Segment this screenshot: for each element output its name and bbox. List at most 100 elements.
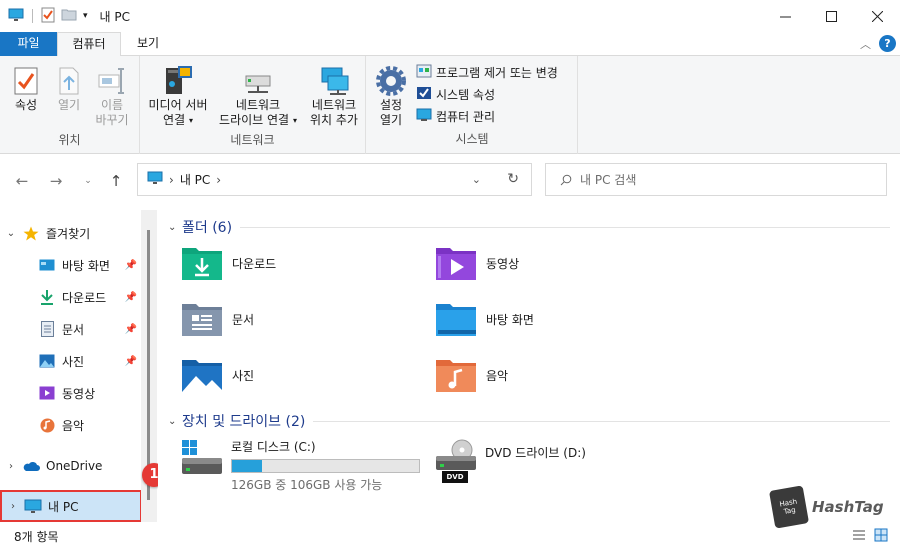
window-controls <box>762 0 900 32</box>
pin-icon[interactable]: 📌 <box>125 292 137 303</box>
breadcrumb-this-pc[interactable]: 내 PC <box>180 171 210 188</box>
nav-videos[interactable]: 동영상 <box>0 379 140 407</box>
expand-arrow-icon[interactable]: ⌄ <box>0 228 22 239</box>
minimize-button[interactable] <box>762 0 808 32</box>
folder-item-downloads[interactable]: 다운로드 <box>180 244 276 282</box>
tab-computer[interactable]: 컴퓨터 <box>57 32 121 57</box>
documents-folder-icon <box>180 300 224 338</box>
dvd-logo-text: DVD <box>446 473 464 481</box>
uninstall-program-button[interactable]: 프로그램 제거 또는 변경 <box>416 62 558 82</box>
pin-icon[interactable]: 📌 <box>125 356 137 367</box>
nav-downloads[interactable]: 다운로드 📌 <box>0 283 140 311</box>
details-view-icon[interactable] <box>852 528 866 545</box>
group-location-label: 위치 <box>58 133 81 147</box>
media-server-label-line2: 연결 ▾ <box>163 113 193 127</box>
nav-downloads-label: 다운로드 <box>62 290 107 305</box>
computer-management-button[interactable]: 컴퓨터 관리 <box>416 106 495 126</box>
status-bar: 8개 항목 <box>0 524 900 548</box>
nav-desktop[interactable]: 바탕 화면 📌 <box>0 251 140 279</box>
nav-music[interactable]: 음악 <box>0 411 140 439</box>
open-button[interactable]: 열기 <box>52 62 86 113</box>
nav-this-pc-label: 내 PC <box>48 499 79 514</box>
forward-arrow-icon[interactable]: → <box>46 171 66 191</box>
pin-icon[interactable]: 📌 <box>125 324 137 335</box>
system-properties-button[interactable]: 시스템 속성 <box>416 84 495 104</box>
system-properties-icon <box>416 86 432 103</box>
local-disk-details: 로컬 디스크 (C:) 126GB 중 106GB 사용 가능 <box>231 438 420 493</box>
section-collapse-icon[interactable]: ⌄ <box>168 222 182 233</box>
help-icon[interactable]: ? <box>879 35 896 52</box>
drive-item-dvd[interactable]: DVD DVD 드라이브 (D:) <box>434 438 586 484</box>
folder-item-videos[interactable]: 동영상 <box>434 244 519 282</box>
open-icon <box>52 62 86 96</box>
this-pc-address-icon <box>147 171 163 188</box>
up-arrow-icon[interactable]: ↑ <box>106 171 126 191</box>
folder-item-documents[interactable]: 문서 <box>180 300 254 338</box>
network-drive-icon <box>214 62 302 96</box>
collapse-arrow-icon[interactable]: › <box>2 501 24 512</box>
ribbon: 속성 열기 이름 바꾸기 위치 미디어 서버 연결 ▾ 네트워크 드라이브 연결… <box>0 56 900 154</box>
address-dropdown-icon[interactable]: ⌄ <box>472 173 481 186</box>
drives-section-header[interactable]: ⌄ 장치 및 드라이브 (2) <box>168 410 890 432</box>
dvd-drive-details: DVD 드라이브 (D:) <box>485 438 586 484</box>
open-settings-button[interactable]: 설정 열기 <box>374 62 408 128</box>
address-bar[interactable]: › 내 PC › ⌄ ↻ <box>137 163 532 196</box>
collapse-arrow-icon[interactable]: › <box>0 461 22 472</box>
download-arrow-icon <box>38 289 56 305</box>
large-icons-view-icon[interactable] <box>874 528 888 545</box>
media-server-button[interactable]: 미디어 서버 연결 ▾ <box>144 62 212 128</box>
folder-name: 다운로드 <box>232 256 277 271</box>
tab-view[interactable]: 보기 <box>128 32 168 56</box>
nav-documents-label: 문서 <box>62 322 85 337</box>
ribbon-right-controls: ︿ ? <box>860 35 896 52</box>
nav-music-label: 음악 <box>62 418 85 433</box>
nav-quick-access[interactable]: ⌄ 즐겨찾기 <box>0 219 140 247</box>
cloud-icon <box>22 458 40 474</box>
recent-locations-chevron-icon[interactable]: ⌄ <box>78 171 98 191</box>
folder-item-desktop[interactable]: 바탕 화면 <box>434 300 534 338</box>
quick-access-toolbar: ▾ <box>0 7 88 26</box>
folder-name: 사진 <box>232 368 255 383</box>
breadcrumb-chevron-icon[interactable]: › <box>216 173 221 187</box>
group-network-label: 네트워크 <box>230 133 275 147</box>
map-network-drive-button[interactable]: 네트워크 드라이브 연결 ▾ <box>214 62 302 128</box>
local-disk-usage-fill <box>232 460 262 472</box>
refresh-icon[interactable]: ↻ <box>507 171 519 187</box>
local-disk-name: 로컬 디스크 (C:) <box>231 440 316 454</box>
search-box[interactable]: 내 PC 검색 <box>545 163 887 196</box>
computer-management-icon <box>416 108 432 125</box>
pin-icon[interactable]: 📌 <box>125 260 137 271</box>
rename-button[interactable]: 이름 바꾸기 <box>92 62 132 128</box>
properties-quick-icon[interactable] <box>41 7 55 26</box>
close-button[interactable] <box>854 0 900 32</box>
open-label: 열기 <box>57 98 81 112</box>
properties-button[interactable]: 속성 <box>8 62 44 113</box>
breadcrumb-separator-icon[interactable]: › <box>169 173 174 187</box>
nav-this-pc[interactable]: › 내 PC <box>0 490 142 522</box>
section-collapse-icon[interactable]: ⌄ <box>168 416 182 427</box>
maximize-button[interactable] <box>808 0 854 32</box>
this-pc-icon <box>8 8 24 25</box>
customize-quick-access-icon[interactable]: ▾ <box>83 11 88 21</box>
add-network-location-button[interactable]: 네트워크 위치 추가 <box>304 62 364 128</box>
tab-file[interactable]: 파일 <box>0 32 57 56</box>
map-drive-label-line2: 드라이브 연결 ▾ <box>219 113 297 127</box>
back-arrow-icon[interactable]: ← <box>12 171 32 191</box>
nav-scrollbar-thumb[interactable] <box>147 230 150 500</box>
desktop-folder-icon <box>434 300 478 338</box>
nav-onedrive[interactable]: › OneDrive <box>0 452 140 480</box>
folder-item-pictures[interactable]: 사진 <box>180 356 254 394</box>
local-disk-drive-icon <box>180 438 224 478</box>
drive-item-local-disk[interactable]: 로컬 디스크 (C:) 126GB 중 106GB 사용 가능 <box>180 438 420 493</box>
collapse-ribbon-icon[interactable]: ︿ <box>860 36 871 52</box>
nav-pictures[interactable]: 사진 📌 <box>0 347 140 375</box>
content-pane: ⌄ 폴더 (6) 다운로드 동영상 문서 바탕 화면 사진 음악 ⌄ 장치 및 … <box>158 206 900 524</box>
new-folder-quick-icon[interactable] <box>61 8 77 24</box>
folder-name: 음악 <box>486 368 509 383</box>
folder-item-music[interactable]: 음악 <box>434 356 508 394</box>
nav-documents[interactable]: 문서 📌 <box>0 315 140 343</box>
folders-section-header[interactable]: ⌄ 폴더 (6) <box>168 216 890 238</box>
group-location: 속성 열기 이름 바꾸기 위치 <box>0 56 140 154</box>
folder-name: 바탕 화면 <box>486 312 534 327</box>
watermark-cube-line2: Tag <box>783 505 797 516</box>
